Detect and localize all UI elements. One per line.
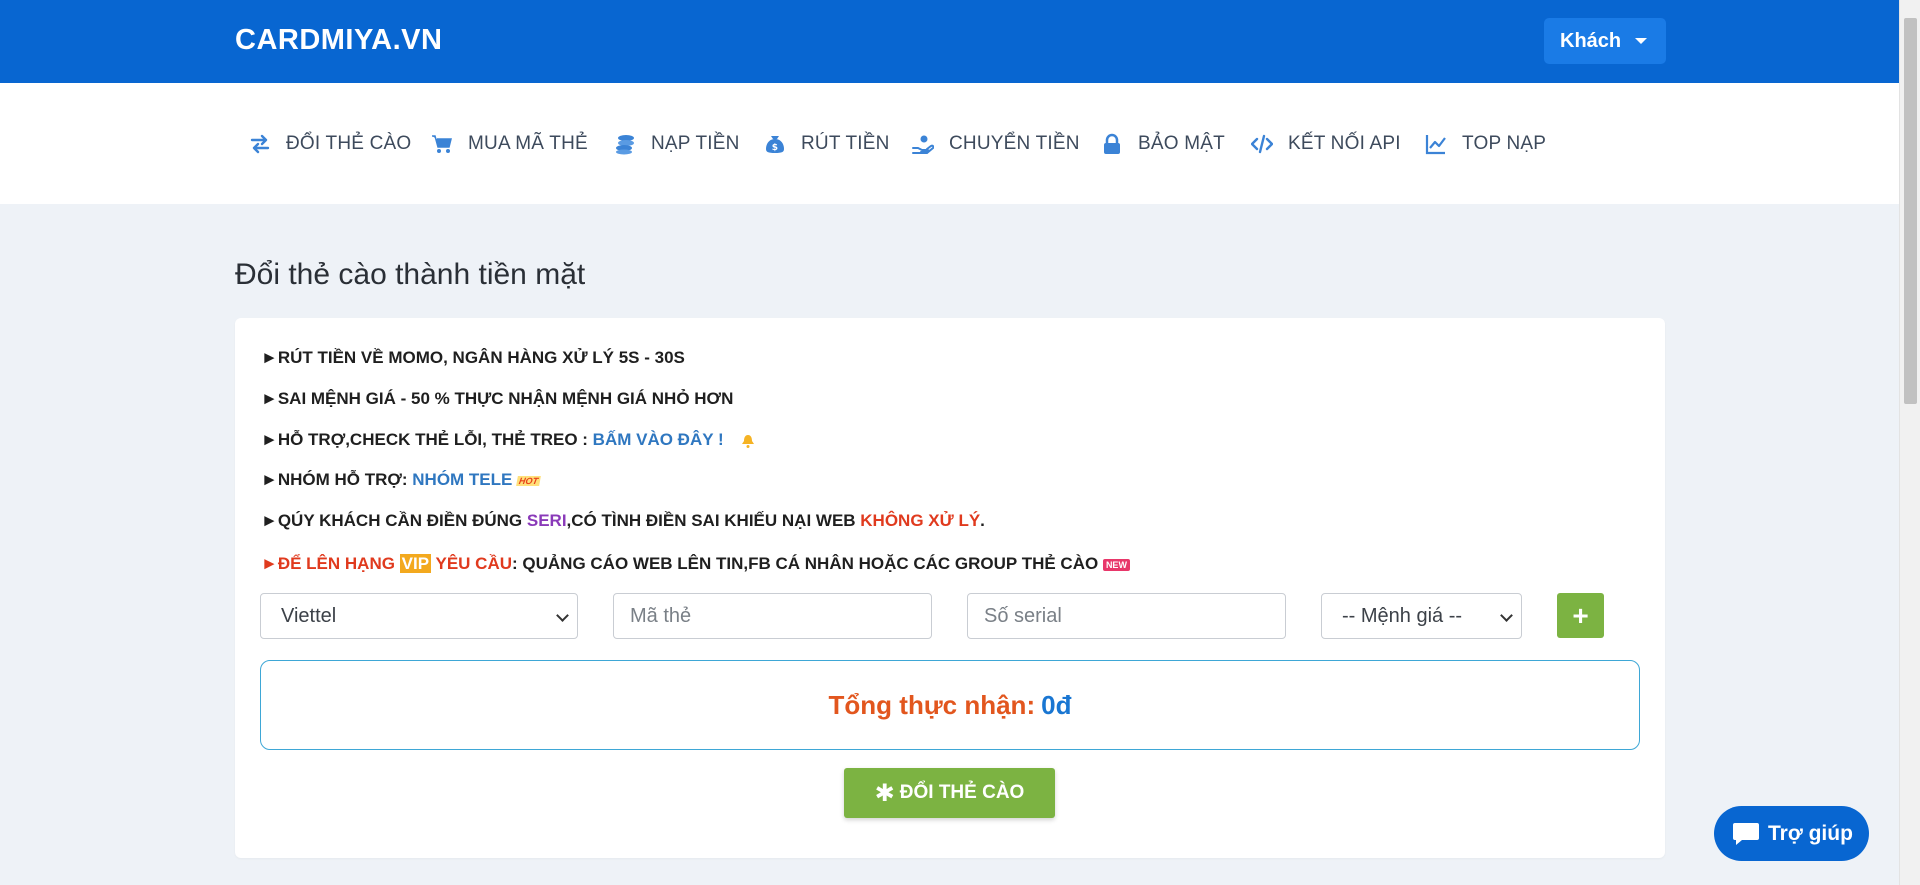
chevron-down-icon xyxy=(1500,609,1513,622)
note-vip-requirement: ►ĐỂ LÊN HẠNG VIP YÊU CẦU: QUẢNG CÁO WEB … xyxy=(261,554,1130,574)
exchange-icon xyxy=(250,134,270,154)
note-text: ►NHÓM HỖ TRỢ: xyxy=(261,470,413,489)
nav-label: TOP NẠP xyxy=(1462,133,1547,154)
amount-select[interactable]: -- Mệnh giá -- xyxy=(1321,593,1522,639)
card-code-placeholder: Mã thẻ xyxy=(630,604,692,627)
main-nav: ĐỔI THẺ CÀO MUA MÃ THẺ NẠP TIỀN $ RÚT TI… xyxy=(0,83,1899,204)
help-chat-button[interactable]: Trợ giúp xyxy=(1714,806,1869,861)
vip-text: YÊU CẦU xyxy=(431,554,513,573)
serial-input[interactable]: Số serial xyxy=(967,593,1286,639)
nav-label: NẠP TIỀN xyxy=(651,133,740,154)
submit-label: ĐỔI THẺ CÀO xyxy=(899,782,1025,803)
note-withdraw-speed: ►RÚT TIỀN VỀ MOMO, NGÂN HÀNG XỬ LÝ 5S - … xyxy=(261,348,685,367)
total-label: Tổng thực nhận: xyxy=(828,689,1036,720)
nav-item-top-nap[interactable]: TOP NẠP xyxy=(1425,131,1546,157)
note-text: ►QÚY KHÁCH CẦN ĐIỀN ĐÚNG xyxy=(261,511,527,530)
nav-item-rut-tien[interactable]: $ RÚT TIỀN xyxy=(764,131,890,157)
telco-select[interactable]: Viettel xyxy=(260,593,578,639)
code-icon xyxy=(1251,134,1273,154)
total-received-box: Tổng thực nhận: 0đ xyxy=(260,660,1640,750)
new-badge: NEW xyxy=(1102,558,1130,571)
money-bag-icon: $ xyxy=(766,136,784,153)
serial-placeholder: Số serial xyxy=(984,604,1062,627)
bell-icon xyxy=(742,434,755,448)
brand-logo[interactable]: CARDMIYA.VN xyxy=(235,24,442,57)
nav-item-ket-noi-api[interactable]: KẾT NỐI API xyxy=(1251,131,1401,157)
chat-bubble-icon xyxy=(1733,822,1759,845)
note-text: : QUẢNG CÁO WEB LÊN TIN,FB CÁ NHÂN HOẶC … xyxy=(512,554,1099,573)
page-scrollbar[interactable] xyxy=(1899,0,1920,885)
caret-down-icon xyxy=(1635,38,1648,44)
nav-label: CHUYỂN TIỀN xyxy=(949,133,1080,154)
seri-highlight: SERI xyxy=(526,511,567,530)
note-text: ,CÓ TÌNH ĐIỀN SAI KHIẾU NẠI WEB xyxy=(566,511,861,530)
svg-text:$: $ xyxy=(772,143,778,153)
hand-coin-icon xyxy=(912,135,934,154)
no-process-highlight: KHÔNG XỬ LÝ xyxy=(860,511,981,530)
nav-item-doi-the-cao[interactable]: ĐỔI THẺ CÀO xyxy=(249,131,411,157)
lock-icon xyxy=(1104,133,1120,154)
telco-select-value: Viettel xyxy=(281,604,337,627)
nav-label: RÚT TIỀN xyxy=(801,133,890,154)
coins-icon xyxy=(616,135,634,155)
top-bar: CARDMIYA.VN Khách xyxy=(0,0,1899,83)
amount-select-value: -- Mệnh giá -- xyxy=(1342,604,1463,627)
page-title: Đổi thẻ cào thành tiền mặt xyxy=(235,258,586,291)
help-label: Trợ giúp xyxy=(1768,821,1853,845)
chart-line-icon xyxy=(1425,135,1446,155)
user-menu-button[interactable]: Khách xyxy=(1544,18,1666,64)
note-support-group: ►NHÓM HỖ TRỢ: NHÓM TELE HOT xyxy=(261,470,541,490)
vip-text: ĐỂ LÊN HẠNG xyxy=(277,554,400,573)
chevron-down-icon xyxy=(556,609,569,622)
nav-item-chuyen-tien[interactable]: CHUYỂN TIỀN xyxy=(912,131,1080,157)
nav-label: MUA MÃ THẺ xyxy=(468,133,588,154)
note-support-check: ►HỖ TRỢ,CHECK THẺ LỖI, THẺ TREO : BẤM VÀ… xyxy=(261,430,755,450)
total-value: 0đ xyxy=(1041,689,1072,720)
user-menu-label: Khách xyxy=(1560,29,1622,52)
scrollbar-thumb[interactable] xyxy=(1904,18,1917,404)
vip-badge: VIP xyxy=(399,554,432,573)
note-wrong-amount: ►SAI MỆNH GIÁ - 50 % THỰC NHẬN MỆNH GIÁ … xyxy=(261,389,734,408)
submit-exchange-button[interactable]: ✱ ĐỔI THẺ CÀO xyxy=(844,768,1055,818)
nav-item-nap-tien[interactable]: NẠP TIỀN xyxy=(614,131,740,157)
nav-label: BẢO MẬT xyxy=(1138,133,1225,154)
nav-label: ĐỔI THẺ CÀO xyxy=(286,133,412,154)
support-link[interactable]: BẤM VÀO ĐÂY ! xyxy=(593,430,724,449)
note-text: . xyxy=(980,511,985,530)
add-card-row-button[interactable]: + xyxy=(1557,593,1604,638)
nav-label: KẾT NỐI API xyxy=(1288,133,1401,154)
nav-item-bao-mat[interactable]: BẢO MẬT xyxy=(1101,131,1225,157)
hot-badge: HOT xyxy=(516,475,541,486)
cart-icon xyxy=(432,135,452,153)
note-arrow: ► xyxy=(261,554,278,573)
asterisk-icon: ✱ xyxy=(874,779,895,807)
note-text: ►HỖ TRỢ,CHECK THẺ LỖI, THẺ TREO : xyxy=(261,430,593,449)
card-code-input[interactable]: Mã thẻ xyxy=(613,593,932,639)
nav-item-mua-ma-the[interactable]: MUA MÃ THẺ xyxy=(431,131,588,157)
telegram-group-link[interactable]: NHÓM TELE xyxy=(412,470,512,489)
note-serial-warning: ►QÚY KHÁCH CẦN ĐIỀN ĐÚNG SERI,CÓ TÌNH ĐI… xyxy=(261,511,985,531)
